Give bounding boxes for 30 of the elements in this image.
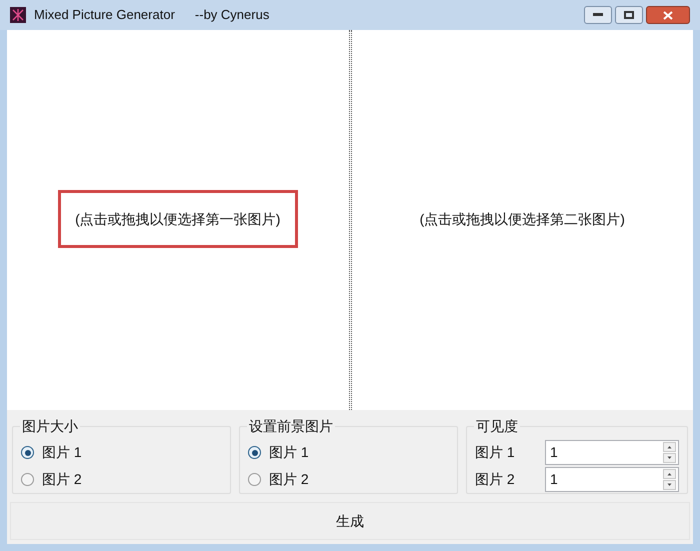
group-title: 设置前景图片: [247, 418, 335, 434]
maximize-icon: [624, 11, 634, 19]
group-title: 可见度: [474, 418, 520, 434]
group-title: 图片大小: [20, 418, 80, 434]
drop-zone-hint[interactable]: (点击或拖拽以便选择第二张图片): [420, 208, 625, 230]
radio-button[interactable]: [248, 446, 261, 459]
minimize-icon: [593, 13, 603, 17]
close-icon: [663, 10, 673, 20]
radio-label: 图片 2: [269, 470, 309, 489]
app-icon: [10, 7, 26, 23]
radio-button[interactable]: [21, 446, 34, 459]
spin-arrows-icon[interactable]: [663, 469, 676, 490]
spin-arrows-icon[interactable]: [663, 442, 676, 463]
minimize-button[interactable]: [584, 6, 612, 24]
drop-zone-hint[interactable]: (点击或拖拽以便选择第一张图片): [58, 190, 298, 248]
radio-label: 图片 2: [42, 470, 82, 489]
field-label: 图片 2: [475, 470, 516, 489]
window-title: Mixed Picture Generator: [34, 6, 175, 24]
window-subtitle: --by Cynerus: [194, 6, 270, 24]
splitter[interactable]: [348, 30, 352, 410]
radio-label: 图片 1: [42, 443, 82, 462]
maximize-button[interactable]: [615, 6, 643, 24]
spin-field[interactable]: 1: [545, 467, 679, 492]
generate-button[interactable]: 生成: [10, 502, 690, 540]
radio-button[interactable]: [21, 473, 34, 486]
radio-button[interactable]: [248, 473, 261, 486]
close-button[interactable]: [646, 6, 690, 24]
spin-field[interactable]: 1: [545, 440, 679, 465]
radio-label: 图片 1: [269, 443, 309, 462]
field-label: 图片 1: [475, 443, 516, 462]
